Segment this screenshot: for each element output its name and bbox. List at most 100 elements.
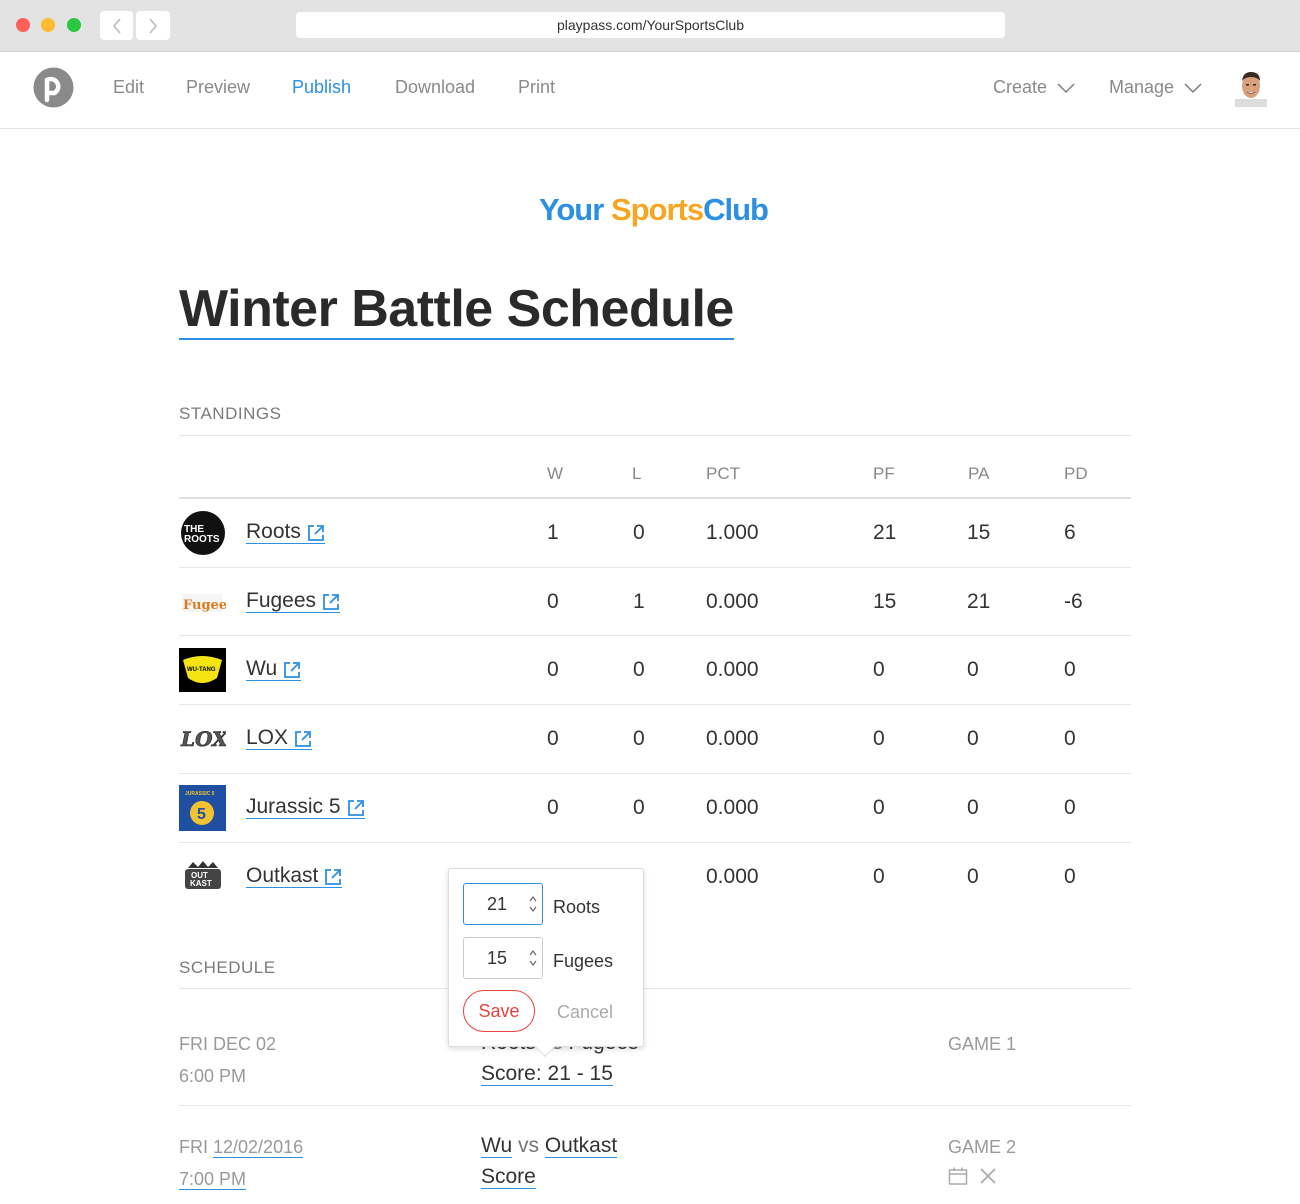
user-avatar[interactable] xyxy=(1235,69,1267,107)
game-2-matchup: Wu vs Outkast xyxy=(481,1134,618,1158)
game-2-day-prefix: FRI xyxy=(179,1137,208,1157)
nav-edit[interactable]: Edit xyxy=(113,77,144,98)
schedule-heading: SCHEDULE xyxy=(179,958,276,977)
col-header-w: W xyxy=(547,464,564,483)
home-score-value: 21 xyxy=(487,893,508,914)
cell-pa: 0 xyxy=(967,796,979,819)
cell-l: 1 xyxy=(633,590,645,613)
external-link-icon[interactable] xyxy=(283,661,301,679)
cell-pa: 0 xyxy=(967,658,979,681)
cell-pd: -6 xyxy=(1064,590,1083,613)
game-2-day: FRI 12/02/2016 xyxy=(179,1137,304,1158)
save-button[interactable]: Save xyxy=(463,990,535,1032)
col-header-pa: PA xyxy=(968,464,990,483)
divider xyxy=(179,988,1131,989)
standings-heading: STANDINGS xyxy=(179,404,282,423)
cancel-button[interactable]: Cancel xyxy=(557,1002,613,1023)
stepper-icon[interactable] xyxy=(528,893,538,915)
cell-pf: 0 xyxy=(873,658,885,681)
cell-pf: 0 xyxy=(873,796,885,819)
table-row: THE ROOTS Roots 1 0 1.000 21 15 6 xyxy=(179,499,1131,567)
cell-pa: 21 xyxy=(967,590,991,613)
cell-l: 0 xyxy=(633,521,645,544)
table-row: Fugees Fugees 0 1 0.000 15 21 -6 xyxy=(179,568,1131,636)
team-link-roots[interactable]: Roots xyxy=(246,521,325,544)
game-2-score-link[interactable]: Score xyxy=(481,1166,536,1189)
team-name: Fugees xyxy=(246,589,317,612)
away-score-input[interactable]: 15 xyxy=(463,937,543,979)
svg-text:KAST: KAST xyxy=(190,879,212,888)
away-score-value: 15 xyxy=(487,947,508,968)
close-window-button[interactable] xyxy=(16,18,30,32)
team-name: Outkast xyxy=(246,864,319,887)
svg-text:LOX: LOX xyxy=(180,727,226,751)
playpass-logo-icon[interactable] xyxy=(33,67,74,108)
back-button[interactable] xyxy=(100,11,134,40)
svg-text:WU-TANG: WU-TANG xyxy=(187,667,216,673)
page-title[interactable]: Winter Battle Schedule xyxy=(179,280,734,340)
forward-button[interactable] xyxy=(136,11,170,40)
external-link-icon[interactable] xyxy=(322,593,340,611)
team-logo-fugees: Fugees xyxy=(179,580,226,624)
nav-preview[interactable]: Preview xyxy=(186,77,250,98)
manage-label: Manage xyxy=(1109,77,1175,97)
team-link-wu[interactable]: Wu xyxy=(246,658,302,681)
game-2-away[interactable]: Outkast xyxy=(544,1134,618,1158)
game-1-score-link[interactable]: Score: 21 - 15 xyxy=(481,1063,613,1086)
score-popover: 21 Roots 15 Fugees Save Cancel xyxy=(448,868,644,1057)
cell-l: 0 xyxy=(633,658,645,681)
external-link-icon[interactable] xyxy=(294,730,312,748)
external-link-icon[interactable] xyxy=(307,524,325,542)
stepper-icon[interactable] xyxy=(528,947,538,969)
team-link-jurassic-5[interactable]: Jurassic 5 xyxy=(246,796,365,819)
game-2-time-input[interactable]: 7:00 PM xyxy=(179,1169,247,1190)
cell-w: 1 xyxy=(547,521,559,544)
svg-text:ROOTS: ROOTS xyxy=(184,534,220,545)
create-dropdown[interactable]: Create xyxy=(993,77,1075,98)
game-1-time: 6:00 PM xyxy=(179,1066,247,1086)
nav-download[interactable]: Download xyxy=(395,77,475,98)
team-link-lox[interactable]: LOX xyxy=(246,727,313,750)
cell-pd: 0 xyxy=(1064,796,1076,819)
game-2-vs: vs xyxy=(517,1134,539,1157)
cell-pct: 1.000 xyxy=(706,521,759,544)
svg-text:JURASSIC 5: JURASSIC 5 xyxy=(185,791,215,797)
game-2-home[interactable]: Wu xyxy=(481,1134,513,1158)
team-link-fugees[interactable]: Fugees xyxy=(246,589,341,613)
game-2-date-input[interactable]: 12/02/2016 xyxy=(213,1137,304,1158)
svg-text:5: 5 xyxy=(197,806,206,823)
cell-pf: 0 xyxy=(873,865,885,888)
cell-w: 0 xyxy=(547,590,559,613)
manage-dropdown[interactable]: Manage xyxy=(1109,77,1202,98)
table-row: WU-TANG Wu 0 0 0.000 0 0 0 xyxy=(179,636,1131,704)
chevron-right-icon xyxy=(149,17,158,34)
nav-publish[interactable]: Publish xyxy=(292,77,351,98)
cell-w: 0 xyxy=(547,796,559,819)
chevron-down-icon xyxy=(1057,82,1075,93)
col-header-l: L xyxy=(632,464,642,483)
svg-text:Fugees: Fugees xyxy=(183,598,226,613)
table-row: JURASSIC 5 5 Jurassic 5 0 0 0.000 0 0 0 xyxy=(179,774,1131,842)
team-link-outkast[interactable]: Outkast xyxy=(246,864,343,888)
home-score-input[interactable]: 21 xyxy=(463,883,543,925)
game-1-label: GAME 1 xyxy=(948,1034,1017,1054)
minimize-window-button[interactable] xyxy=(41,18,55,32)
browser-toolbar: playpass.com/YourSportsClub xyxy=(0,0,1300,52)
cell-pd: 0 xyxy=(1064,727,1076,750)
cell-w: 0 xyxy=(547,727,559,750)
cell-pd: 0 xyxy=(1064,658,1076,681)
row-divider xyxy=(179,1105,1131,1106)
cell-pd: 6 xyxy=(1064,521,1076,544)
address-bar[interactable]: playpass.com/YourSportsClub xyxy=(296,12,1005,38)
maximize-window-button[interactable] xyxy=(67,18,81,32)
cell-pct: 0.000 xyxy=(706,590,759,613)
cell-pa: 15 xyxy=(967,521,991,544)
cell-l: 0 xyxy=(633,796,645,819)
close-icon[interactable] xyxy=(979,1167,997,1185)
external-link-icon[interactable] xyxy=(347,799,365,817)
team-name: Roots xyxy=(246,520,301,543)
nav-print[interactable]: Print xyxy=(518,77,555,98)
external-link-icon[interactable] xyxy=(324,868,342,886)
brand-word-sports: Sports xyxy=(610,192,704,227)
calendar-icon[interactable] xyxy=(948,1166,968,1186)
